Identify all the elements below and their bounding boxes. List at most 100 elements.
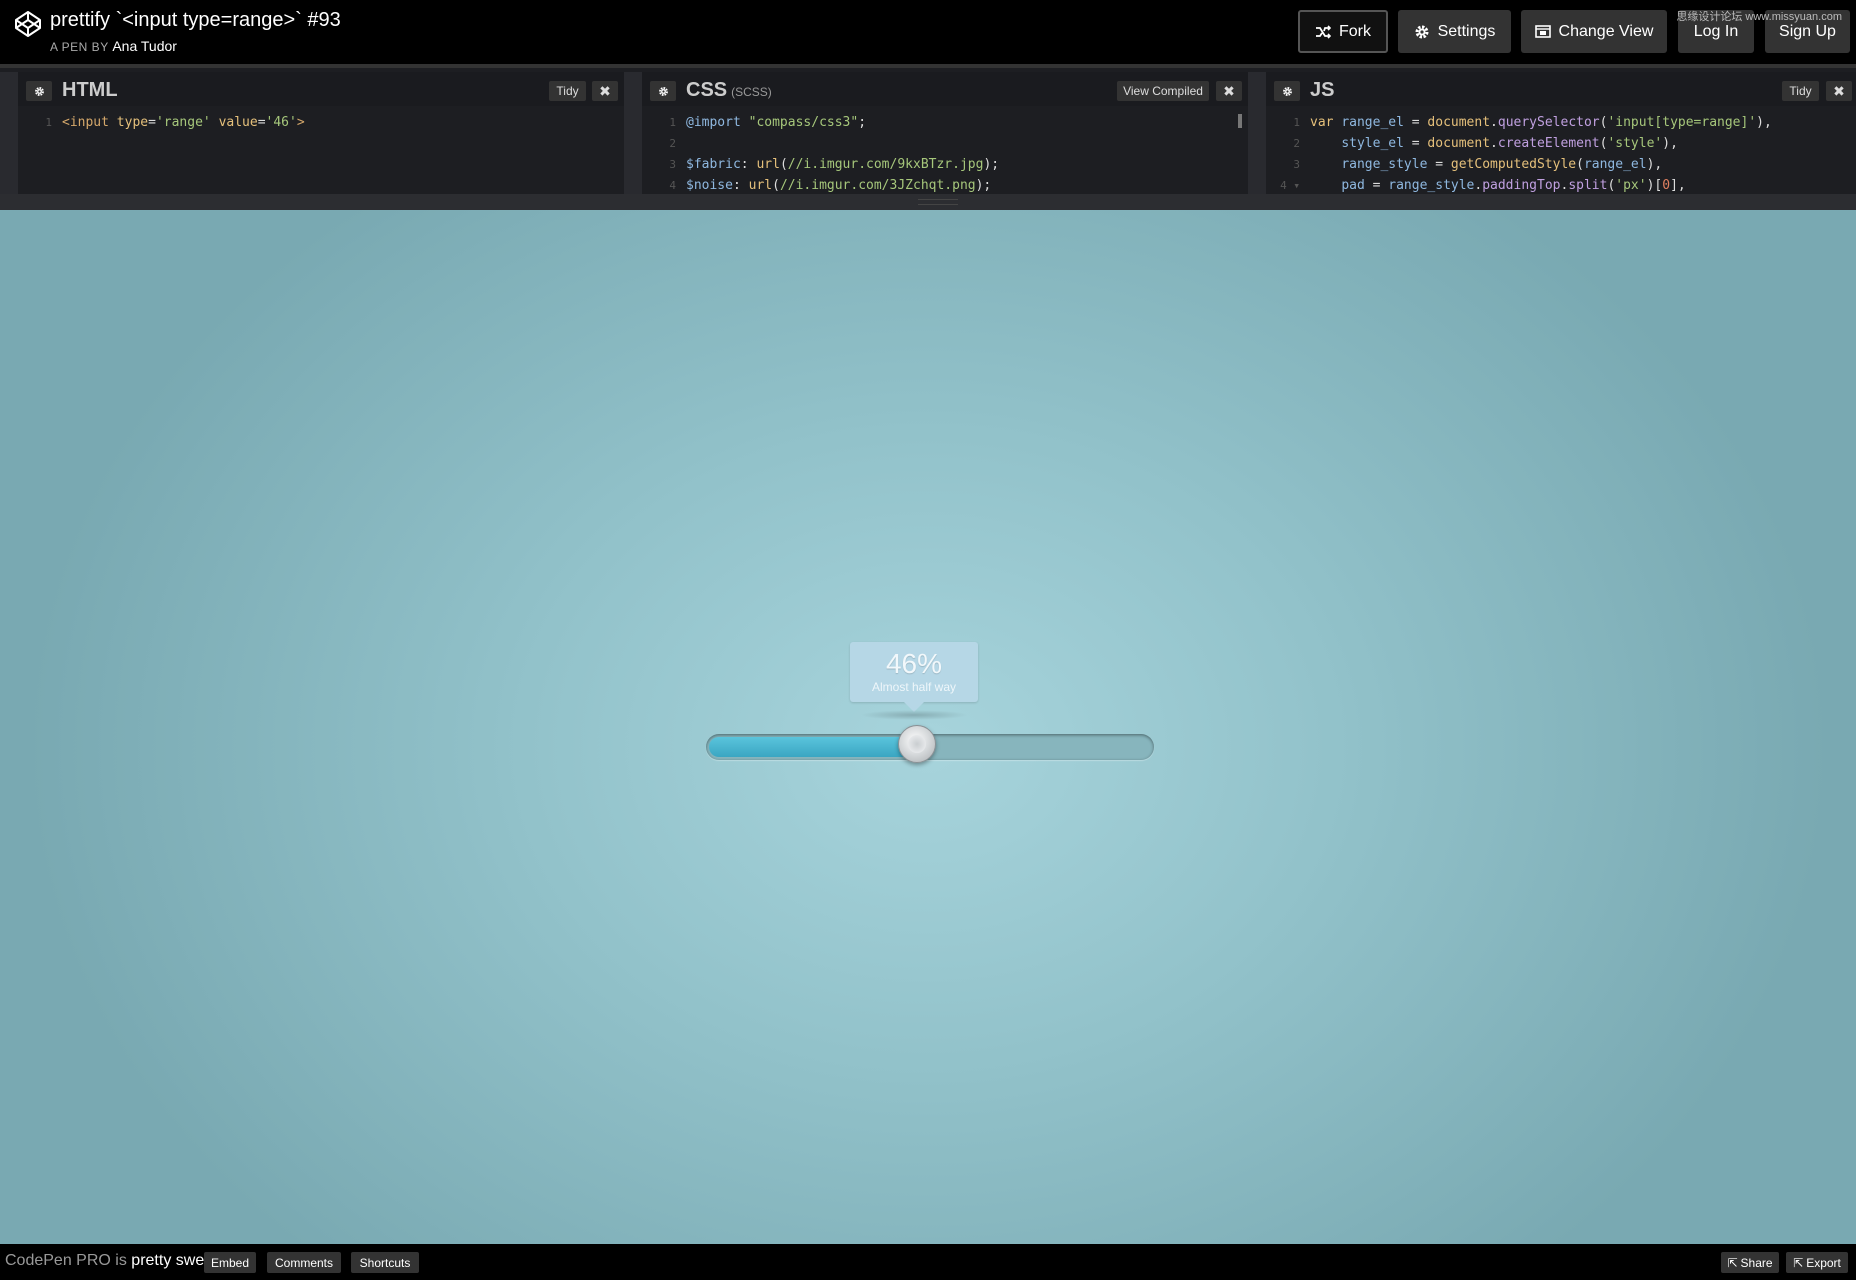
- tooltip-shadow: [860, 710, 968, 720]
- code-line[interactable]: 2: [642, 133, 1248, 154]
- code-token: paddingTop: [1482, 178, 1561, 193]
- code-text: <input type='range' value='46'>: [62, 112, 305, 133]
- line-number: 4: [669, 179, 676, 192]
- code-token: ),: [1662, 136, 1678, 151]
- slider-tooltip: 46% Almost half way: [850, 642, 978, 712]
- css-preprocessor-label: (SCSS): [731, 85, 772, 99]
- codepen-logo-icon[interactable]: [14, 10, 42, 38]
- line-number: 2: [1293, 137, 1300, 150]
- js-editor-title: JS: [1310, 79, 1335, 101]
- code-token: )[: [1646, 178, 1663, 193]
- code-line[interactable]: 3 range_style = getComputedStyle(range_e…: [1266, 154, 1856, 175]
- code-token: ;: [858, 115, 867, 130]
- js-code-area[interactable]: 1 var range_el = document.querySelector('…: [1266, 112, 1856, 198]
- code-token: ),: [1646, 157, 1663, 172]
- code-line[interactable]: 4 $noise: url(//i.imgur.com/3JZchqt.png);: [642, 175, 1248, 196]
- code-line[interactable]: 1 @import "compass/css3";: [642, 112, 1248, 133]
- code-token: range_el: [1583, 157, 1647, 172]
- change-view-icon: [1534, 25, 1551, 38]
- html-editor: HTML Tidy ✖ 1 <input type='range' value='…: [18, 72, 624, 198]
- change-view-button[interactable]: Change View: [1521, 10, 1667, 53]
- fork-label: Fork: [1339, 22, 1371, 40]
- fork-icon: [1316, 24, 1331, 39]
- code-line[interactable]: 2 style_el = document.createElement('sty…: [1266, 133, 1856, 154]
- code-token: (: [779, 157, 788, 172]
- change-view-label: Change View: [1558, 22, 1654, 40]
- embed-button[interactable]: Embed: [204, 1252, 256, 1273]
- code-token: split: [1568, 178, 1608, 193]
- gear-icon: [658, 86, 668, 96]
- js-tidy-button[interactable]: Tidy: [1782, 81, 1819, 101]
- code-token: pad: [1341, 178, 1365, 193]
- code-token: $fabric: [686, 157, 741, 172]
- code-token: $noise: [686, 178, 733, 193]
- code-token: 'style': [1607, 136, 1663, 151]
- line-number: 1: [669, 116, 676, 129]
- code-token: .: [1490, 136, 1498, 151]
- code-token: var: [1310, 115, 1334, 130]
- editor-resize-handle[interactable]: [1248, 72, 1266, 198]
- comments-button[interactable]: Comments: [267, 1252, 341, 1273]
- code-token: document: [1427, 136, 1491, 151]
- html-close-button[interactable]: ✖: [592, 81, 618, 101]
- js-settings-button[interactable]: [1274, 81, 1300, 101]
- pro-promo[interactable]: CodePen PRO is pretty sweet.: [5, 1252, 222, 1270]
- css-scrollbar[interactable]: [1238, 114, 1242, 128]
- code-line[interactable]: 3 $fabric: url(//i.imgur.com/9kxBTzr.jpg)…: [642, 154, 1248, 175]
- slider-value-text: 46%: [885, 648, 943, 679]
- code-line[interactable]: 1 var range_el = document.querySelector('…: [1266, 112, 1856, 133]
- code-token: style_el: [1341, 136, 1404, 151]
- code-token: url: [756, 157, 780, 172]
- author-link[interactable]: Ana Tudor: [112, 38, 177, 54]
- code-token: @import: [686, 115, 741, 130]
- code-token: value: [218, 115, 258, 130]
- line-number: 3: [669, 158, 676, 171]
- export-icon: ⇱: [1793, 1255, 1804, 1270]
- code-token: =: [148, 115, 156, 130]
- code-token: //i.imgur.com/3JZchqt.png: [779, 178, 976, 193]
- share-label: Share: [1740, 1255, 1773, 1270]
- code-line[interactable]: 1 <input type='range' value='46'>: [18, 112, 624, 133]
- html-editor-title: HTML: [62, 79, 118, 101]
- editor-resize-handle[interactable]: [624, 72, 642, 198]
- code-token: :: [740, 157, 757, 172]
- bottom-bar: CodePen PRO is pretty sweet. Embed Comme…: [0, 1244, 1856, 1280]
- share-button[interactable]: ⇱ Share: [1721, 1252, 1779, 1273]
- shortcuts-button[interactable]: Shortcuts: [351, 1252, 419, 1273]
- js-editor-header: JS Tidy ✖: [1266, 72, 1856, 106]
- code-text: @import "compass/css3";: [686, 112, 866, 133]
- css-code-area[interactable]: 1 @import "compass/css3"; 2 3 $fabric: url( /…: [642, 112, 1248, 198]
- range-slider-thumb[interactable]: [898, 725, 936, 763]
- settings-button[interactable]: Settings: [1398, 10, 1511, 53]
- code-token: :: [732, 178, 749, 193]
- html-code-area[interactable]: 1 <input type='range' value='46'>: [18, 112, 624, 198]
- editor-resize-handle[interactable]: [0, 72, 18, 198]
- code-token: ),: [1756, 115, 1772, 130]
- code-text: $noise: url(//i.imgur.com/3JZchqt.png);: [686, 175, 991, 196]
- code-token: document: [1427, 115, 1491, 130]
- html-settings-button[interactable]: [26, 81, 52, 101]
- line-number: 4 ▾: [1280, 179, 1300, 192]
- code-token: '46': [265, 115, 297, 130]
- range-slider-track[interactable]: [706, 725, 1154, 763]
- line-number: 2: [669, 137, 676, 150]
- css-settings-button[interactable]: [650, 81, 676, 101]
- preview-resize-bar[interactable]: [0, 194, 1856, 210]
- view-compiled-button[interactable]: View Compiled: [1117, 81, 1209, 101]
- export-button[interactable]: ⇱ Export: [1786, 1252, 1848, 1273]
- fork-button[interactable]: Fork: [1298, 10, 1388, 53]
- code-token: >: [296, 115, 305, 130]
- code-line[interactable]: 4 ▾ pad = range_style.paddingTop.split('…: [1266, 175, 1856, 196]
- code-token: type: [116, 115, 149, 130]
- html-tidy-button[interactable]: Tidy: [549, 81, 586, 101]
- js-editor: JS Tidy ✖ 1 var range_el = document.query…: [1266, 72, 1856, 198]
- js-close-button[interactable]: ✖: [1826, 81, 1852, 101]
- promo-prefix: CodePen PRO is: [5, 1252, 127, 1269]
- code-token: range_style: [1388, 178, 1475, 193]
- line-number: 1: [45, 116, 52, 129]
- css-close-button[interactable]: ✖: [1216, 81, 1242, 101]
